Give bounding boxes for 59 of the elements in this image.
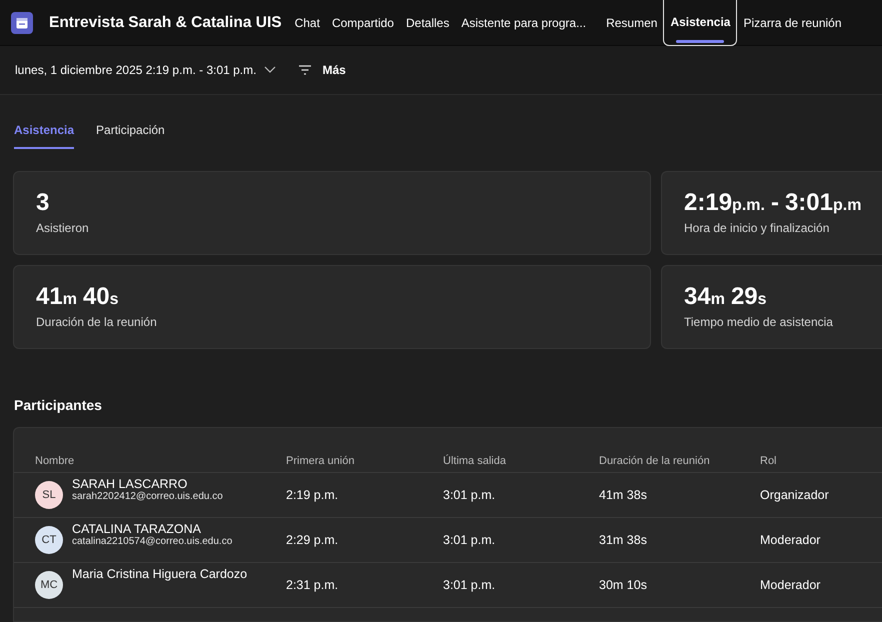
stat-label: Tiempo medio de asistencia xyxy=(684,315,834,329)
view-tab[interactable]: Participación xyxy=(96,121,165,149)
table-cell-text: 30m 10s xyxy=(599,578,648,592)
participant-name: CATALINA TARAZONA xyxy=(72,522,202,536)
date-range-dropdown[interactable]: lunes, 1 diciembre 2025 2:19 p.m. - 3:01 p.m. xyxy=(15,63,276,77)
stat-unit: p.m. xyxy=(732,197,765,215)
participant-email: catalina2210574@correo.uis.edu.co xyxy=(72,536,232,547)
stat-number: 3:01 xyxy=(784,189,833,217)
participant-name: Maria Cristina Higuera Cardozo xyxy=(72,567,248,581)
column-header: Duración de la reunión xyxy=(599,454,711,466)
table-cell-text: Organizador xyxy=(760,488,830,502)
column-header: Última salida xyxy=(443,454,507,466)
calendar-icon[interactable] xyxy=(11,12,33,34)
stat-unit: m xyxy=(62,291,77,309)
header-tab[interactable]: Asistencia xyxy=(663,0,738,46)
table-cell-text: 3:01 p.m. xyxy=(443,578,496,592)
table-cell-text: 3:01 p.m. xyxy=(443,488,496,502)
header-tab[interactable]: Asistente para progra... xyxy=(455,0,592,46)
avatar: MC xyxy=(35,571,63,599)
stat-number: 34 xyxy=(684,283,711,311)
stat-unit: p.m xyxy=(832,197,862,215)
column-header: Rol xyxy=(760,454,778,466)
stat-number: - xyxy=(770,189,779,217)
stat-unit: m xyxy=(710,291,725,309)
participant-email: sarah2202412@correo.uis.edu.co xyxy=(72,491,223,502)
table-cell-text: Moderador xyxy=(760,578,822,592)
header-tab[interactable]: Pizarra de reunión xyxy=(737,0,848,46)
stat-label: Hora de inicio y finalización xyxy=(684,221,830,235)
chevron-down-icon xyxy=(264,66,276,74)
stat-unit: s xyxy=(758,291,767,309)
table-cell-text: 41m 38s xyxy=(599,488,648,502)
header-tab[interactable]: Resumen xyxy=(600,0,664,46)
participant-name: SARAH LASCARRO xyxy=(72,477,188,491)
view-tab[interactable]: Asistencia xyxy=(14,121,74,149)
stat-number: 41 xyxy=(36,283,63,311)
header-tab[interactable]: Compartido xyxy=(326,0,400,46)
stat-number: 2:19 xyxy=(684,189,732,217)
avatar: CT xyxy=(35,526,63,554)
table-cell-text: 2:29 p.m. xyxy=(286,533,340,547)
stat-number: 40 xyxy=(82,283,110,311)
header-tab[interactable]: Detalles xyxy=(400,0,456,46)
avatar: SL xyxy=(35,481,63,509)
filter-icon xyxy=(298,65,312,75)
table-cell-text: 3:01 p.m. xyxy=(443,533,496,547)
column-header: Primera unión xyxy=(286,454,356,466)
filter-button[interactable]: Más xyxy=(298,63,346,77)
stat-unit: s xyxy=(110,291,119,309)
stat-number: 3 xyxy=(36,189,50,217)
meeting-title: Entrevista Sarah & Catalina UIS xyxy=(49,14,282,32)
stat-label: Duración de la reunión xyxy=(36,315,158,329)
stat-number: 29 xyxy=(730,283,758,311)
stat-label: Asistieron xyxy=(36,221,90,235)
table-cell-text: 31m 38s xyxy=(599,533,648,547)
table-cell-text: Moderador xyxy=(760,533,822,547)
header-tab[interactable]: Chat xyxy=(288,0,326,46)
section-heading: Participantes xyxy=(13,396,103,415)
table-cell-text: 2:19 p.m. xyxy=(286,488,340,502)
column-header: Nombre xyxy=(35,454,76,466)
table-cell-text: 2:31 p.m. xyxy=(286,578,340,592)
